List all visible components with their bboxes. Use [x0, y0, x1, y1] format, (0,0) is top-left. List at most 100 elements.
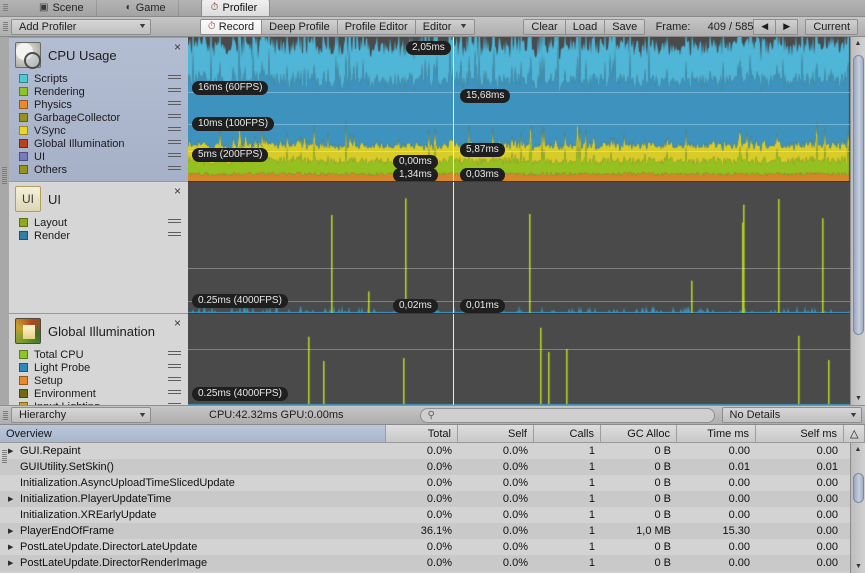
- details-mode-dropdown[interactable]: No Details ▼: [721, 407, 862, 423]
- column-header-self[interactable]: Self: [458, 425, 534, 442]
- next-frame-button[interactable]: ▶: [776, 18, 799, 35]
- scroll-up-icon[interactable]: ▲: [851, 443, 865, 456]
- graph-vertical-scrollbar[interactable]: ▲ ▼: [850, 37, 865, 405]
- toolbar-drag-grip[interactable]: [3, 22, 8, 32]
- reorder-handle-icon[interactable]: [168, 101, 181, 107]
- editor-dropdown[interactable]: Editor ▼: [415, 18, 476, 35]
- current-frame-button[interactable]: Current: [805, 18, 859, 35]
- legend-item-rendering[interactable]: Rendering: [9, 85, 188, 98]
- row-name-cell[interactable]: ▶ Initialization.PlayerUpdateTime: [0, 493, 386, 505]
- expand-triangle-icon[interactable]: ▶: [8, 543, 17, 551]
- table-row[interactable]: GUIUtility.SetSkin() 0.0% 0.0% 1 0 B 0.01 0.01: [0, 459, 865, 475]
- prev-frame-button[interactable]: ◀: [753, 18, 777, 35]
- row-name-cell[interactable]: Initialization.XREarlyUpdate: [0, 509, 386, 521]
- column-header-gc-alloc[interactable]: GC Alloc: [601, 425, 677, 442]
- row-name-cell[interactable]: Initialization.AsyncUploadTimeSlicedUpda…: [0, 477, 386, 489]
- view-mode-dropdown[interactable]: Hierarchy ▼: [11, 407, 151, 423]
- cpu-graph-canvas[interactable]: [188, 37, 850, 181]
- table-row[interactable]: Initialization.XREarlyUpdate 0.0% 0.0% 1 0 B…: [0, 507, 865, 523]
- legend-item-garbagecollector[interactable]: GarbageCollector: [9, 111, 188, 124]
- table-row[interactable]: ▶ Initialization.PlayerUpdateTime 0.0% 0.0%…: [0, 491, 865, 507]
- expand-triangle-icon[interactable]: ▶: [8, 447, 17, 455]
- legend-item-setup[interactable]: Setup: [9, 374, 188, 387]
- load-button[interactable]: Load: [565, 18, 606, 35]
- close-icon[interactable]: ×: [174, 317, 181, 329]
- reorder-handle-icon[interactable]: [168, 127, 181, 133]
- legend-item-scripts[interactable]: Scripts: [9, 72, 188, 85]
- column-header-time-ms[interactable]: Time ms: [677, 425, 756, 442]
- frame-playhead[interactable]: [453, 314, 454, 405]
- scroll-up-icon[interactable]: ▲: [851, 37, 865, 50]
- legend-item-total-cpu[interactable]: Total CPU: [9, 348, 188, 361]
- tab-profiler[interactable]: ⏱ Profiler: [200, 0, 271, 16]
- module-global-illumination[interactable]: Global Illumination × Total CPU Light Pr…: [9, 313, 188, 413]
- legend-item-ui[interactable]: UI: [9, 150, 188, 163]
- reorder-handle-icon[interactable]: [168, 351, 181, 357]
- column-sort-indicator[interactable]: △: [844, 425, 865, 442]
- add-profiler-dropdown[interactable]: Add Profiler ▼: [11, 18, 151, 35]
- close-icon[interactable]: ×: [174, 185, 181, 197]
- column-header-overview[interactable]: Overview: [0, 425, 386, 442]
- tab-scene[interactable]: ▣ Scene: [30, 0, 97, 16]
- reorder-handle-icon[interactable]: [168, 219, 181, 225]
- legend-item-vsync[interactable]: VSync: [9, 124, 188, 137]
- table-vertical-scrollbar[interactable]: ▲ ▼: [850, 443, 865, 573]
- legend-item-layout[interactable]: Layout: [9, 216, 188, 229]
- reorder-handle-icon[interactable]: [168, 75, 181, 81]
- expand-triangle-icon[interactable]: ▶: [8, 527, 17, 535]
- reorder-handle-icon[interactable]: [168, 364, 181, 370]
- save-button[interactable]: Save: [605, 18, 646, 35]
- ui-graph[interactable]: 0.25ms (4000FPS) 0.1ms (10000FPS): [188, 182, 850, 313]
- legend-item-render[interactable]: Render: [9, 229, 188, 242]
- scrollbar-thumb[interactable]: [853, 473, 864, 503]
- legend-item-global-illumination[interactable]: Global Illumination: [9, 137, 188, 150]
- expand-triangle-icon[interactable]: ▶: [8, 559, 17, 567]
- column-header-total[interactable]: Total: [386, 425, 458, 442]
- expand-triangle-icon[interactable]: ▶: [8, 495, 17, 503]
- module-cpu-usage[interactable]: CPU Usage × Scripts Rendering Physics Ga…: [9, 37, 188, 181]
- table-row[interactable]: ▶ PostLateUpdate.DirectorLateUpdate 0.0% 0.…: [0, 539, 865, 555]
- cpu-usage-graph[interactable]: 16ms (60FPS) 10ms (100FPS) 5ms (200FPS) …: [188, 37, 850, 181]
- reorder-handle-icon[interactable]: [168, 88, 181, 94]
- table-row[interactable]: Initialization.AsyncUploadTimeSlicedUpda…: [0, 475, 865, 491]
- reorder-handle-icon[interactable]: [168, 140, 181, 146]
- row-name-cell[interactable]: ▶ GUI.Repaint: [0, 445, 386, 457]
- hierarchy-toolbar-grip[interactable]: [3, 411, 8, 421]
- close-icon[interactable]: ×: [174, 41, 181, 53]
- column-header-calls[interactable]: Calls: [534, 425, 601, 442]
- search-input[interactable]: ⚲: [419, 407, 715, 423]
- row-name-cell[interactable]: ▶ PostLateUpdate.DirectorLateUpdate: [0, 541, 386, 553]
- module-ui[interactable]: UI UI × Layout Render: [9, 181, 188, 313]
- reorder-handle-icon[interactable]: [168, 377, 181, 383]
- module-list-grip[interactable]: [2, 167, 7, 185]
- legend-item-others[interactable]: Others: [9, 163, 188, 176]
- clear-button[interactable]: Clear: [523, 18, 566, 35]
- table-row[interactable]: ▶ PlayerEndOfFrame 36.1% 0.0% 1 1,0 MB 15.30 0.…: [0, 523, 865, 539]
- scrollbar-thumb[interactable]: [853, 55, 864, 335]
- table-row[interactable]: ▶ PostLateUpdate.DirectorRenderImage 0.0% 0…: [0, 555, 865, 571]
- ui-graph-canvas[interactable]: [188, 182, 850, 313]
- legend-item-physics[interactable]: Physics: [9, 98, 188, 111]
- scroll-down-icon[interactable]: ▼: [851, 392, 865, 405]
- scroll-down-icon[interactable]: ▼: [851, 560, 865, 573]
- deep-profile-button[interactable]: Deep Profile: [262, 18, 338, 35]
- column-header-self-ms[interactable]: Self ms: [756, 425, 844, 442]
- frame-playhead[interactable]: [453, 182, 454, 313]
- frame-playhead[interactable]: [453, 37, 454, 181]
- table-row[interactable]: ▶ GUI.Repaint 0.0% 0.0% 1 0 B 0.00 0.00: [0, 443, 865, 459]
- tab-game[interactable]: ◐ Game: [117, 0, 179, 16]
- reorder-handle-icon[interactable]: [168, 153, 181, 159]
- window-drag-grip[interactable]: [0, 0, 11, 16]
- profile-editor-button[interactable]: Profile Editor: [337, 18, 416, 35]
- reorder-handle-icon[interactable]: [168, 232, 181, 238]
- row-name-cell[interactable]: ▶ PostLateUpdate.DirectorRenderImage: [0, 557, 386, 569]
- record-button[interactable]: ⏱ Record: [199, 18, 263, 35]
- legend-item-light-probe[interactable]: Light Probe: [9, 361, 188, 374]
- reorder-handle-icon[interactable]: [168, 166, 181, 172]
- row-name-cell[interactable]: ▶ PlayerEndOfFrame: [0, 525, 386, 537]
- reorder-handle-icon[interactable]: [168, 114, 181, 120]
- row-name-cell[interactable]: GUIUtility.SetSkin(): [0, 461, 386, 473]
- legend-item-environment[interactable]: Environment: [9, 387, 188, 400]
- reorder-handle-icon[interactable]: [168, 390, 181, 396]
- table-left-grip[interactable]: [2, 450, 7, 464]
